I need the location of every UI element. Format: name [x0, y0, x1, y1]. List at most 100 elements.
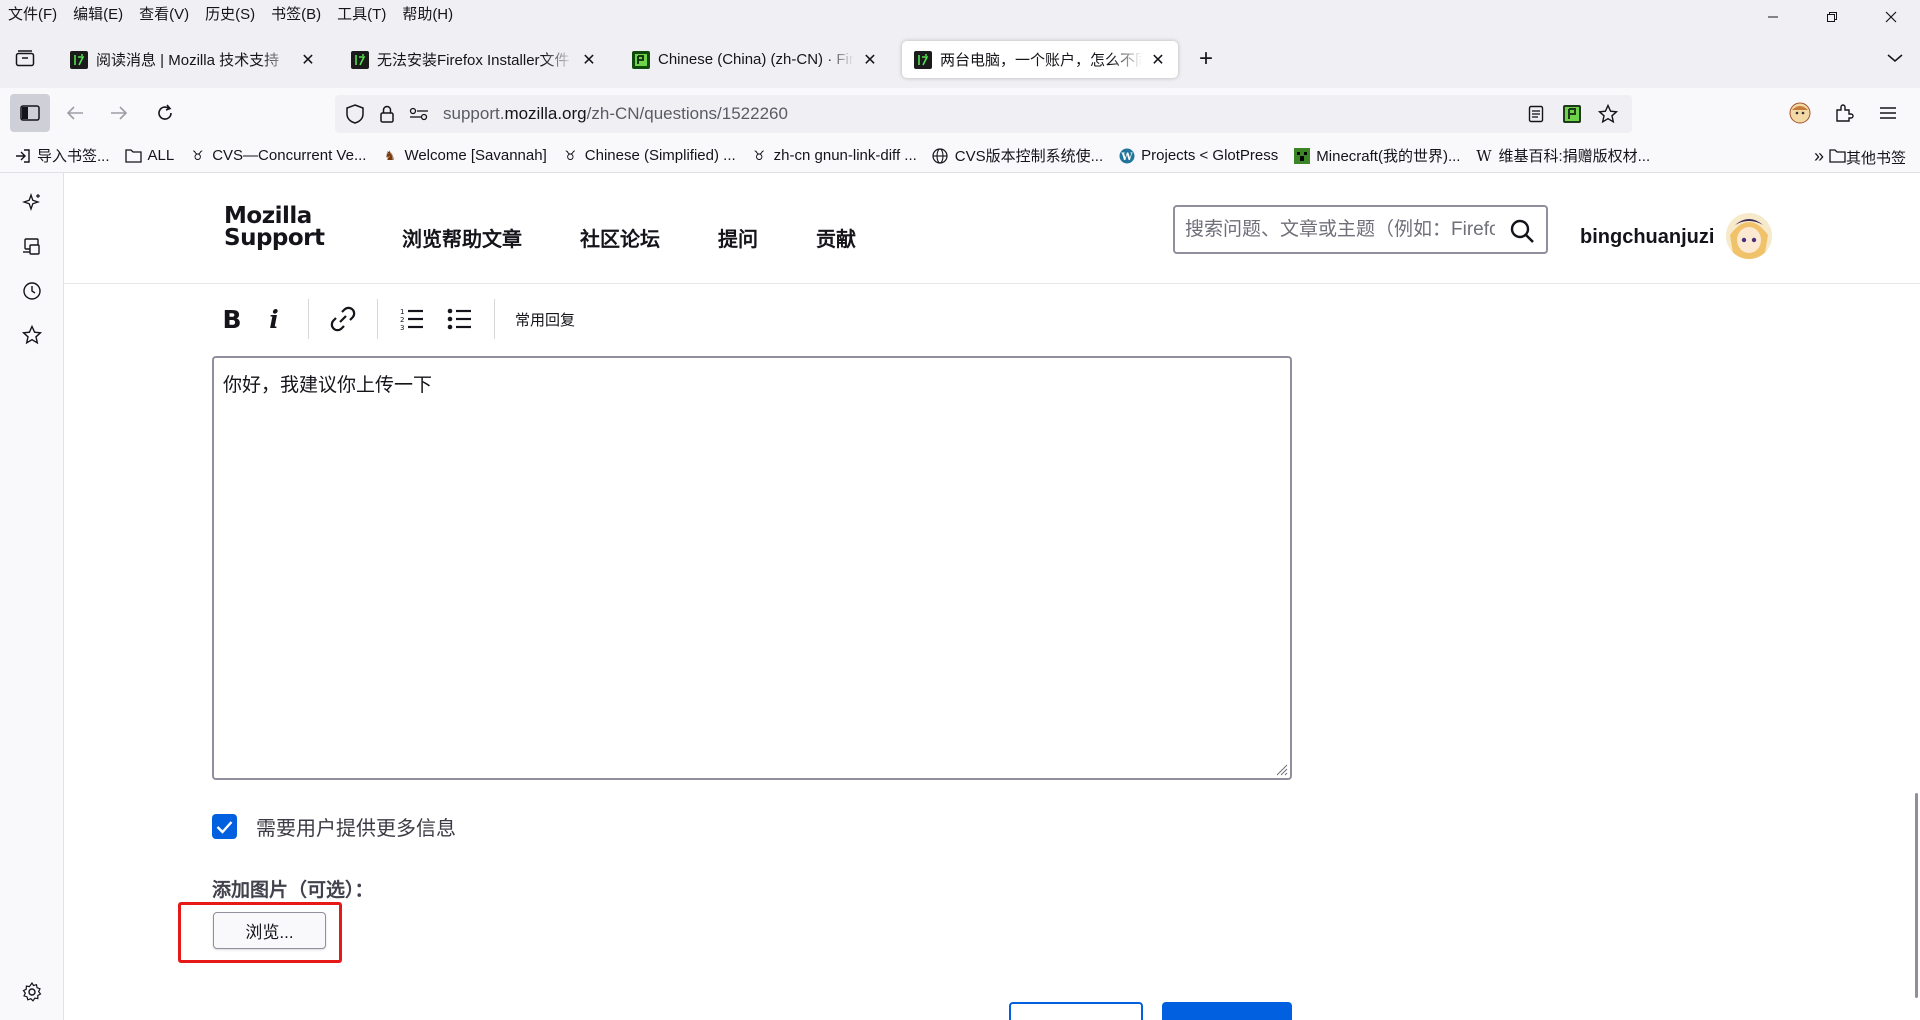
reader-view-icon[interactable]	[1520, 98, 1552, 130]
menu-help[interactable]: 帮助(H)	[394, 3, 461, 24]
svg-text:2: 2	[400, 316, 404, 324]
tab-title: 无法安装Firefox Installer文件 |	[377, 52, 573, 69]
bookmark-star-icon[interactable]	[1592, 98, 1624, 130]
svg-text:W: W	[1120, 152, 1133, 163]
gnu-icon: ♉	[191, 147, 204, 163]
menu-history[interactable]: 历史(S)	[197, 3, 263, 24]
tab-close-icon[interactable]: ✕	[579, 50, 599, 70]
bookmarks-toolbar: 导入书签... ALL ♉ CVS—Concurrent Ve... ♞ Welco…	[0, 139, 1920, 173]
gnu-icon: ♉	[564, 147, 577, 163]
tab-read-message[interactable]: 阅读消息 | Mozilla 技术支持 ✕	[58, 41, 328, 78]
browser-sidebar	[0, 173, 64, 1020]
tracking-protection-shield-icon[interactable]	[339, 98, 371, 130]
bookmark-folder-all[interactable]: ALL	[124, 147, 174, 164]
nav-ask-question[interactable]: 提问	[718, 223, 758, 252]
insert-link-icon[interactable]	[323, 299, 363, 339]
mozilla-support-favicon	[914, 50, 932, 69]
menu-view[interactable]: 查看(V)	[131, 3, 197, 24]
bold-button[interactable]: B	[212, 299, 252, 339]
tab-close-icon[interactable]: ✕	[860, 50, 880, 70]
bookmark-glotpress[interactable]: W Projects < GlotPress	[1118, 147, 1278, 164]
permissions-icon[interactable]	[403, 98, 435, 130]
site-header: Mozilla Support 浏览帮助文章 社区论坛 提问 贡献 bingch…	[64, 173, 1920, 284]
menu-file[interactable]: 文件(F)	[0, 3, 65, 24]
nav-community-forum[interactable]: 社区论坛	[580, 223, 660, 252]
tab-close-icon[interactable]: ✕	[1148, 50, 1168, 70]
url-bar[interactable]: support.mozilla.org/zh-CN/questions/1522…	[335, 95, 1632, 133]
submit-reply-button[interactable]	[1162, 1002, 1292, 1020]
cancel-button[interactable]	[1009, 1002, 1143, 1020]
reload-icon	[158, 104, 172, 120]
bookmark-import[interactable]: 导入书签...	[14, 145, 110, 166]
navigation-bar: support.mozilla.org/zh-CN/questions/1522…	[0, 88, 1920, 139]
ai-chatbot-sparkle-icon[interactable]	[18, 189, 46, 217]
editor-toolbar: B i 123 常用回复	[212, 297, 581, 341]
bookmark-minecraft[interactable]: Minecraft(我的世界)...	[1293, 145, 1460, 166]
list-all-tabs-button[interactable]	[1882, 45, 1908, 71]
synced-tabs-icon[interactable]	[18, 233, 46, 261]
back-button[interactable]	[55, 94, 95, 132]
bookmark-cvs[interactable]: ♉ CVS—Concurrent Ve...	[189, 147, 367, 164]
pontoon-favicon	[632, 50, 650, 69]
bookmark-gnun-link-diff[interactable]: ♉ zh-cn gnun-link-diff ...	[751, 147, 916, 164]
needinfo-label[interactable]: 需要用户提供更多信息	[256, 812, 456, 841]
minecraft-icon	[1293, 147, 1310, 164]
menu-bookmarks[interactable]: 书签(B)	[263, 3, 329, 24]
bookmark-chinese-simplified[interactable]: ♉ Chinese (Simplified) ...	[562, 147, 735, 164]
folder-icon	[1829, 148, 1846, 167]
app-menu-hamburger-icon[interactable]	[1866, 94, 1910, 132]
reply-textarea[interactable]	[212, 356, 1292, 780]
nav-contribute[interactable]: 贡献	[816, 223, 856, 252]
pontoon-extension-icon[interactable]	[1556, 98, 1588, 130]
italic-button[interactable]: i	[254, 299, 294, 339]
folder-icon	[124, 147, 142, 164]
history-clock-icon[interactable]	[18, 277, 46, 305]
firefox-view-button[interactable]	[8, 43, 42, 73]
globe-icon	[932, 147, 949, 164]
search-icon[interactable]	[1508, 217, 1536, 245]
user-avatar[interactable]	[1726, 213, 1772, 259]
tab-active-question[interactable]: 两台电脑，一个账户，怎么不同 ✕	[902, 41, 1178, 78]
bookmark-savannah[interactable]: ♞ Welcome [Savannah]	[381, 147, 547, 164]
firefox-view-icon	[15, 50, 35, 67]
extensions-puzzle-icon[interactable]	[1822, 94, 1866, 132]
bookmark-other-folder[interactable]: 其他书签	[1829, 147, 1906, 168]
search-input[interactable]	[1185, 218, 1495, 241]
checkmark-icon	[216, 820, 233, 834]
bookmark-cvs-guide[interactable]: CVS版本控制系统使...	[932, 145, 1103, 166]
bookmarks-star-icon[interactable]	[18, 321, 46, 349]
reload-button[interactable]	[145, 94, 185, 132]
username[interactable]: bingchuanjuzi	[1580, 226, 1714, 249]
menu-edit[interactable]: 编辑(E)	[65, 3, 131, 24]
needinfo-checkbox[interactable]	[212, 814, 237, 839]
numbered-list-icon[interactable]: 123	[392, 299, 432, 339]
bulleted-list-icon[interactable]	[440, 299, 480, 339]
nav-browse-articles[interactable]: 浏览帮助文章	[402, 223, 522, 252]
menu-tools[interactable]: 工具(T)	[329, 3, 394, 24]
bookmarks-overflow-chevron-icon[interactable]: »	[1814, 146, 1824, 167]
bookmark-wikipedia[interactable]: W 维基百科:捐赠版权材...	[1475, 145, 1650, 166]
forward-arrow-icon	[111, 106, 128, 120]
minimize-icon	[1767, 16, 1778, 17]
new-tab-button[interactable]: +	[1190, 43, 1222, 75]
lock-icon[interactable]	[371, 98, 403, 130]
url-text[interactable]: support.mozilla.org/zh-CN/questions/1522…	[443, 104, 788, 124]
toolbar-divider	[308, 299, 309, 339]
mozilla-support-logo[interactable]: Mozilla Support	[224, 205, 325, 250]
settings-gear-icon[interactable]	[18, 978, 46, 1006]
forward-button[interactable]	[99, 94, 139, 132]
tab-pontoon-zh-cn[interactable]: Chinese (China) (zh-CN) · Firefox ✕	[620, 41, 890, 78]
account-avatar-icon[interactable]	[1778, 94, 1822, 132]
canned-responses-button[interactable]: 常用回复	[509, 299, 581, 339]
tab-firefox-installer[interactable]: 无法安装Firefox Installer文件 | ✕	[339, 41, 609, 78]
upload-image-label: 添加图片（可选）：	[212, 880, 374, 901]
tab-close-icon[interactable]: ✕	[298, 50, 318, 70]
scrollbar-thumb[interactable]	[1915, 793, 1918, 998]
chevron-down-icon	[1887, 54, 1903, 62]
back-arrow-icon	[66, 106, 83, 120]
tab-title: 两台电脑，一个账户，怎么不同	[940, 52, 1142, 69]
resize-grip-icon[interactable]	[1274, 762, 1288, 776]
toolbar-divider	[377, 299, 378, 339]
svg-text:3: 3	[400, 324, 404, 331]
sidebar-toggle-button[interactable]	[10, 94, 50, 132]
